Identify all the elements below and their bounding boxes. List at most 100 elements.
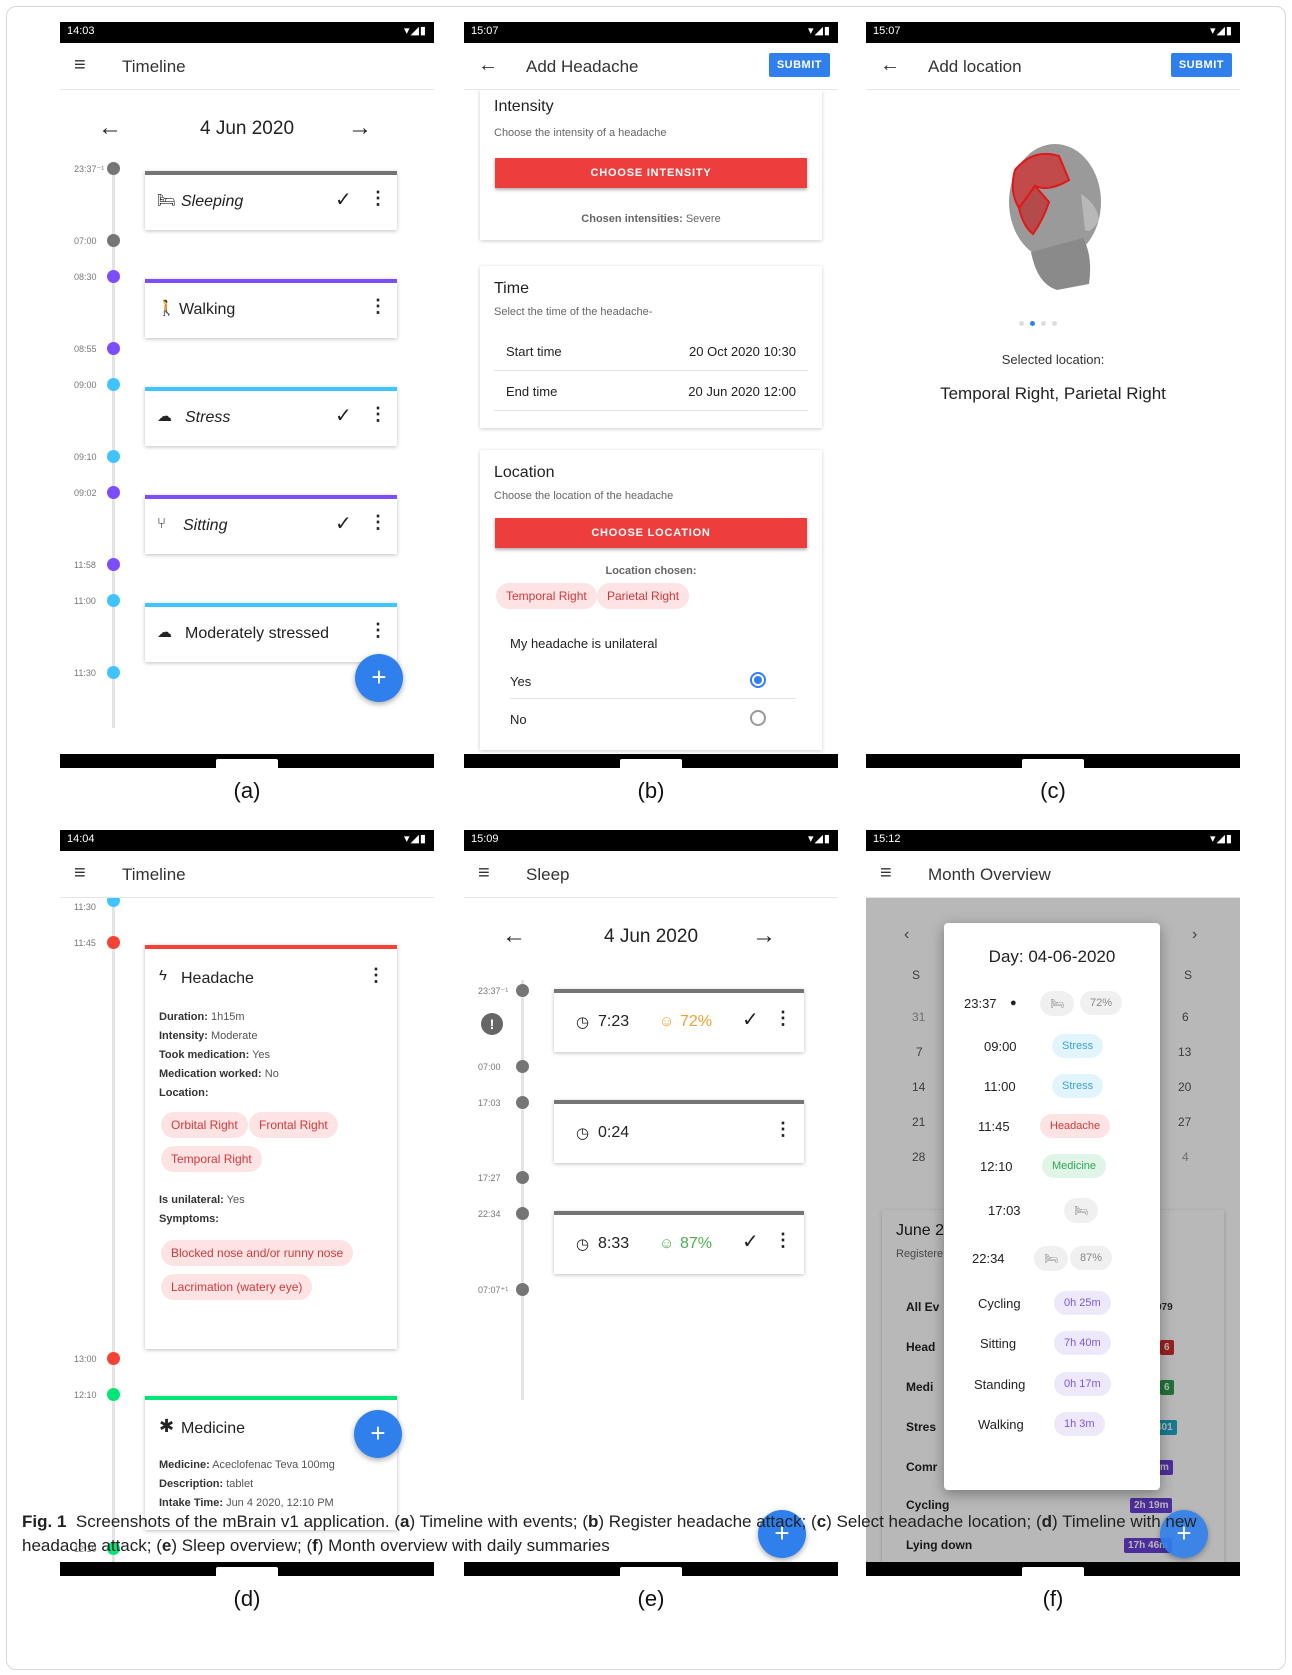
smile-icon: ☺ — [659, 1013, 675, 1030]
event-card[interactable]: ☁ Moderately stressed ⋮ — [145, 603, 397, 662]
status-time: 14:03 — [67, 25, 95, 37]
location-chip: Frontal Right — [249, 1112, 338, 1138]
description-line: Description: tablet — [159, 1478, 253, 1490]
head-model-image[interactable] — [993, 134, 1113, 294]
more-vert-icon[interactable]: ⋮ — [369, 296, 387, 317]
submit-button[interactable]: SUBMIT — [768, 53, 830, 77]
field-value: Yes — [226, 1194, 245, 1206]
home-indicator[interactable] — [1022, 759, 1084, 768]
sleep-quality: 72% — [680, 1013, 713, 1030]
more-vert-icon[interactable]: ⋮ — [369, 512, 387, 533]
submit-button[interactable]: SUBMIT — [1170, 53, 1232, 77]
more-vert-icon[interactable]: ⋮ — [774, 1008, 792, 1029]
field-label: Is unilateral: — [159, 1194, 224, 1206]
home-indicator[interactable] — [620, 1567, 682, 1576]
end-time-label: End time — [506, 384, 558, 399]
selected-location-label: Selected location: — [1001, 352, 1105, 367]
event-color-bar — [554, 989, 804, 993]
dialog-row: 23:37 ● 🛏 72% — [944, 989, 1160, 1019]
event-card[interactable]: 🚶 Walking ⋮ — [145, 279, 397, 338]
figure-caption: Fig. 1 Screenshots of the mBrain v1 appl… — [22, 1510, 1272, 1558]
field-label: Symptoms: — [159, 1213, 219, 1225]
add-event-button[interactable]: + — [354, 1410, 402, 1458]
choose-intensity-button[interactable]: CHOOSE INTENSITY — [495, 158, 807, 188]
event-color-bar — [145, 387, 397, 391]
check-icon[interactable]: ✓ — [335, 403, 352, 428]
status-bar: 15:07 ▾◢▮ — [866, 22, 1240, 43]
menu-icon[interactable]: ≡ — [478, 863, 490, 883]
system-nav-bar — [464, 754, 838, 768]
status-time: 15:12 — [873, 833, 901, 845]
panel-c: 15:07 ▾◢▮ ← Add location SUBMIT Selected … — [866, 22, 1240, 768]
panel-label: (b) — [637, 778, 665, 803]
menu-icon[interactable]: ≡ — [74, 863, 86, 883]
timeline-dot — [107, 234, 120, 247]
time-label: 11:45 — [74, 938, 96, 948]
end-time-row[interactable]: End time 20 Jun 2020 12:00 — [494, 384, 808, 399]
sleep-card[interactable]: ◷ 0:24 ⋮ — [554, 1100, 804, 1163]
home-indicator[interactable] — [216, 1567, 278, 1576]
field-value: 1h15m — [210, 1011, 245, 1023]
end-time-value: 20 Jun 2020 12:00 — [688, 384, 796, 399]
arrow-left-icon[interactable]: ← — [478, 55, 498, 75]
bolt-icon: ϟ — [159, 967, 167, 984]
arrow-right-icon[interactable]: → — [752, 922, 776, 950]
time-label: 13:00 — [74, 1354, 97, 1364]
alert-icon[interactable]: ! — [481, 1013, 503, 1035]
time-label: 17:27 — [478, 1173, 501, 1183]
yes-option-label: Yes — [510, 674, 532, 689]
event-card[interactable]: ☁ Stress ✓ ⋮ — [145, 387, 397, 446]
dialog-row: Sitting 7h 40m — [944, 1329, 1160, 1359]
alert-icon: ● — [1010, 997, 1017, 1009]
sleep-card[interactable]: ◷ 7:23 ☺ 72% ✓ ⋮ — [554, 989, 804, 1052]
choose-location-button[interactable]: CHOOSE LOCATION — [495, 518, 807, 548]
check-icon[interactable]: ✓ — [742, 1229, 759, 1254]
start-time-row[interactable]: Start time 20 Oct 2020 10:30 — [494, 344, 808, 359]
check-icon[interactable]: ✓ — [742, 1007, 759, 1032]
row-pill: Headache — [1040, 1114, 1111, 1138]
home-indicator[interactable] — [1022, 1567, 1084, 1576]
more-vert-icon[interactable]: ⋮ — [367, 965, 385, 986]
start-time-label: Start time — [506, 344, 562, 359]
row-time: 09:00 — [984, 1039, 1017, 1054]
time-label: 11:58 — [74, 560, 96, 570]
timeline-dot — [107, 666, 120, 679]
row-activity: Standing — [974, 1377, 1026, 1392]
caption-text: ) Register headache attack; ( — [598, 1512, 817, 1531]
event-card[interactable]: ⑂ Sitting ✓ ⋮ — [145, 495, 397, 554]
timeline-dot — [107, 450, 120, 463]
status-icons: ▾◢▮ — [403, 25, 427, 37]
more-vert-icon[interactable]: ⋮ — [369, 404, 387, 425]
more-vert-icon[interactable]: ⋮ — [369, 188, 387, 209]
yes-radio[interactable] — [750, 672, 766, 688]
no-radio[interactable] — [750, 710, 766, 726]
more-vert-icon[interactable]: ⋮ — [774, 1230, 792, 1251]
arrow-right-icon[interactable]: → — [348, 114, 372, 142]
home-indicator[interactable] — [620, 759, 682, 768]
menu-icon[interactable]: ≡ — [74, 55, 86, 75]
dialog-row: 11:00 Stress — [944, 1072, 1160, 1102]
menu-icon[interactable]: ≡ — [880, 863, 892, 883]
check-icon[interactable]: ✓ — [335, 511, 352, 536]
headache-card[interactable]: ϟ Headache ⋮ Duration: 1h15m Intensity: … — [145, 945, 397, 1349]
row-pill: 0h 17m — [1054, 1372, 1111, 1396]
row-pill: Stress — [1052, 1034, 1104, 1058]
event-color-bar — [145, 945, 397, 949]
section-subtitle: Choose the location of the headache — [494, 490, 674, 502]
arrow-left-icon[interactable]: ← — [880, 55, 900, 75]
field-label: Duration: — [159, 1011, 208, 1023]
clock-icon: ◷ — [576, 1236, 590, 1253]
more-vert-icon[interactable]: ⋮ — [369, 620, 387, 641]
check-icon[interactable]: ✓ — [335, 187, 352, 212]
caption-text: ) Select headache location; ( — [826, 1512, 1042, 1531]
event-card[interactable]: 🛏 Sleeping ✓ ⋮ — [145, 171, 397, 230]
location-chip: Parietal Right — [597, 583, 690, 609]
more-vert-icon[interactable]: ⋮ — [774, 1119, 792, 1140]
divider — [510, 698, 796, 699]
current-date: 4 Jun 2020 — [603, 926, 699, 947]
row-time: 23:37 — [964, 996, 997, 1011]
timeline-dot — [107, 1352, 120, 1365]
home-indicator[interactable] — [216, 759, 278, 768]
sleep-card[interactable]: ◷ 8:33 ☺ 87% ✓ ⋮ — [554, 1211, 804, 1274]
add-event-button[interactable]: + — [355, 654, 403, 702]
